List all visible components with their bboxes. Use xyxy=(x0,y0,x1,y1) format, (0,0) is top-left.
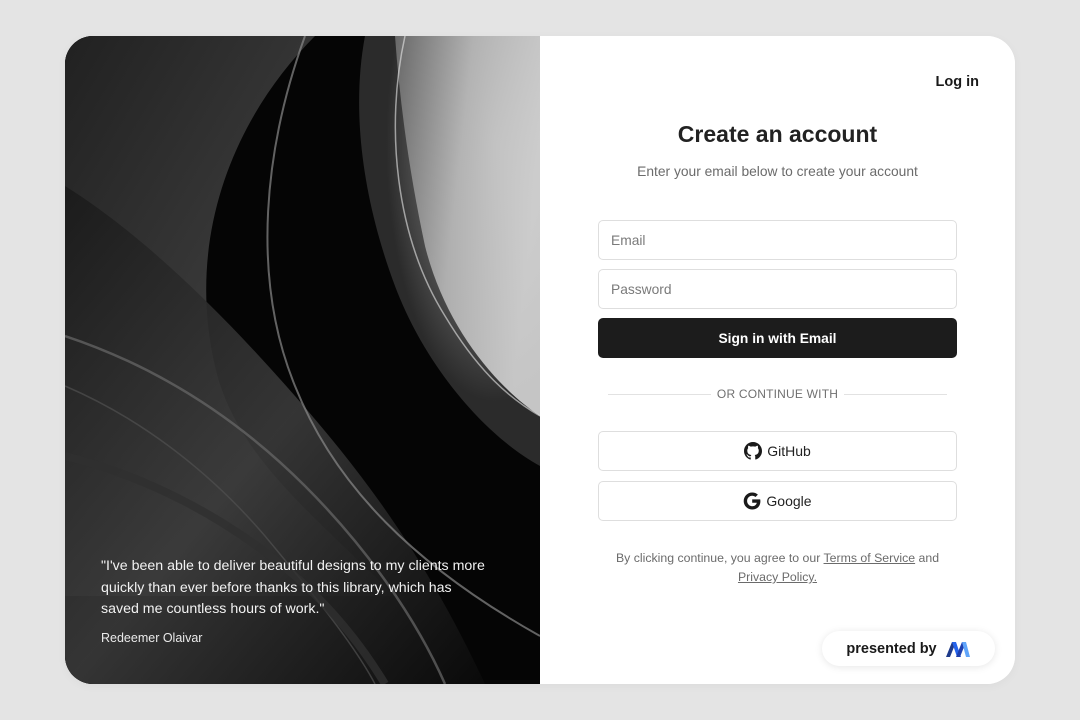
brand-logo-icon xyxy=(945,641,970,657)
github-button[interactable]: GitHub xyxy=(598,431,957,471)
sign-in-with-email-button[interactable]: Sign in with Email xyxy=(598,318,957,358)
privacy-policy-link[interactable]: Privacy Policy. xyxy=(738,570,817,584)
hero-image-panel: "I've been able to deliver beautiful des… xyxy=(65,36,540,684)
terms-notice: By clicking continue, you agree to our T… xyxy=(600,549,955,587)
signup-card: "I've been able to deliver beautiful des… xyxy=(65,36,1015,684)
presented-by-badge[interactable]: presented by xyxy=(822,631,995,666)
terms-middle: and xyxy=(915,551,940,565)
signup-form-panel: Log in Create an account Enter your emai… xyxy=(540,36,1015,684)
divider-line-right xyxy=(844,393,948,395)
terms-of-service-link[interactable]: Terms of Service xyxy=(824,551,916,565)
divider-line-left xyxy=(608,393,711,395)
email-input[interactable] xyxy=(598,220,957,260)
testimonial-author: Redeemer Olaivar xyxy=(101,631,203,645)
terms-prefix: By clicking continue, you agree to our xyxy=(615,551,824,565)
github-icon xyxy=(744,442,763,460)
login-link[interactable]: Log in xyxy=(936,74,980,90)
divider-label: OR CONTINUE WITH xyxy=(716,387,839,401)
google-button[interactable]: Google xyxy=(598,481,957,521)
password-input[interactable] xyxy=(598,269,957,309)
page-subtitle: Enter your email below to create your ac… xyxy=(637,164,918,179)
page-title: Create an account xyxy=(677,121,878,147)
google-icon xyxy=(744,492,761,510)
continue-with-divider: OR CONTINUE WITH xyxy=(608,387,948,401)
github-button-label: GitHub xyxy=(767,443,811,459)
presented-by-label: presented by xyxy=(846,640,937,657)
testimonial-quote: "I've been able to deliver beautiful des… xyxy=(101,558,485,617)
google-button-label: Google xyxy=(766,493,812,509)
